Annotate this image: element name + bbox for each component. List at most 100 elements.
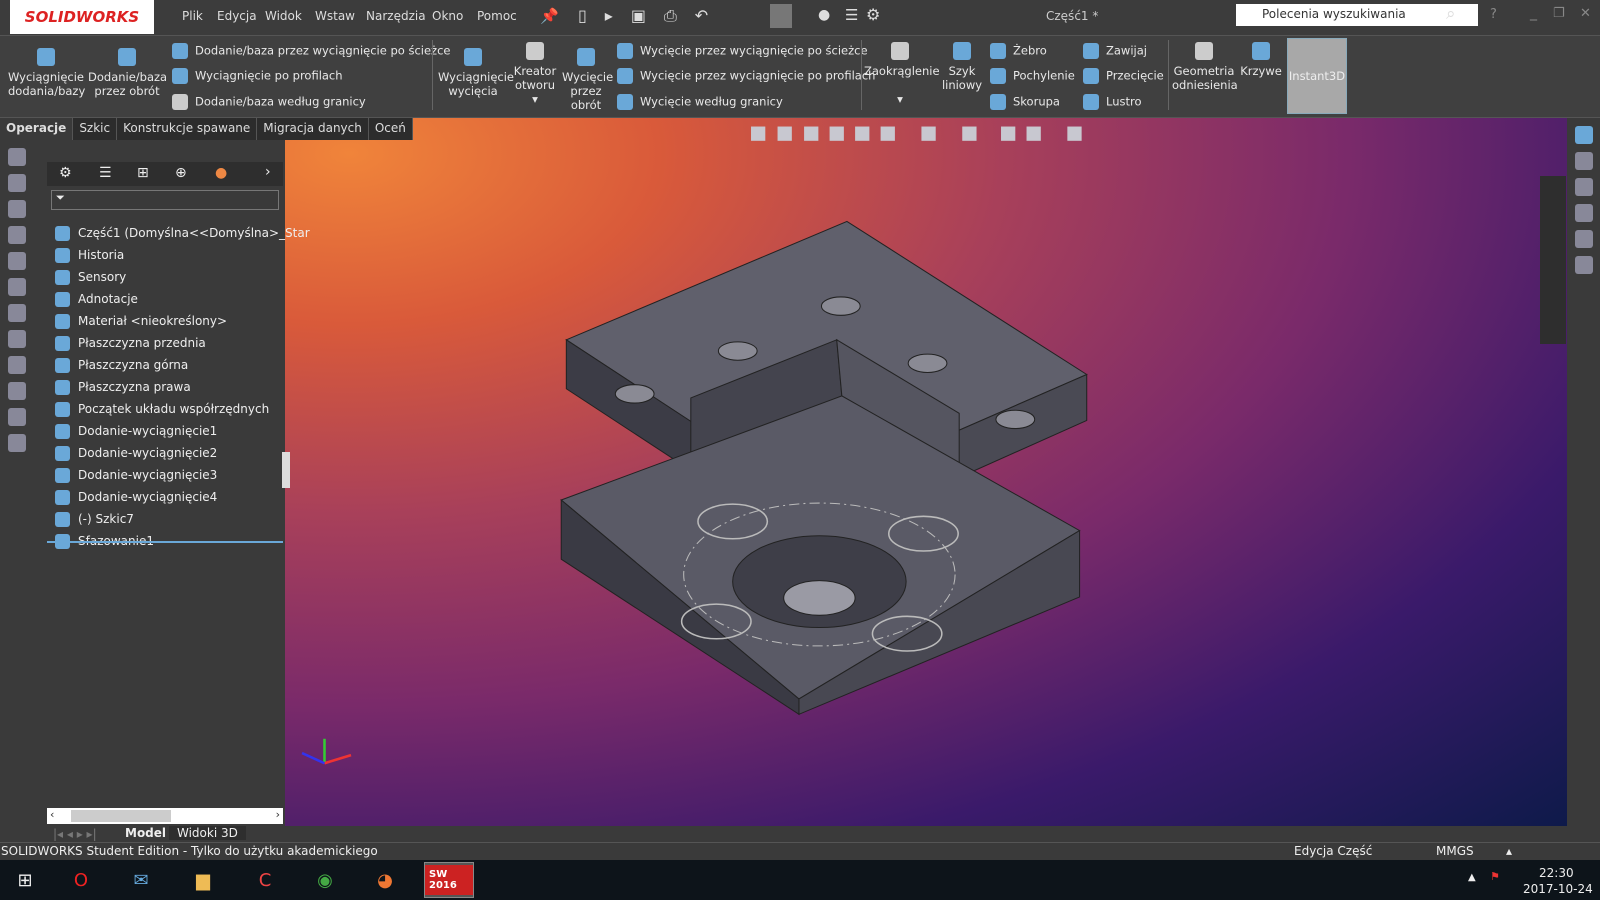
tree-item[interactable]: Dodanie-wyciągnięcie4 [55,487,217,507]
boundary-cut-button[interactable]: Wycięcie według granicy [617,94,783,110]
file-properties-icon[interactable]: ☰ [845,6,858,24]
design-library-icon[interactable] [1575,152,1593,170]
custom-properties-icon[interactable] [1575,256,1593,274]
tab-migracja-danych[interactable]: Migracja danych [257,118,369,140]
tree-item[interactable]: Sensory [55,267,126,287]
property-manager-icon[interactable]: ☰ [99,165,112,181]
tab-konstrukcje-spawane[interactable]: Konstrukcje spawane [117,118,258,140]
tree-item[interactable]: Dodanie-wyciągnięcie1 [55,421,217,441]
curves-button[interactable]: Krzywe [1238,42,1284,78]
toolbar-icon[interactable] [8,434,26,452]
sweep-cut-button[interactable]: Wycięcie przez wyciągnięcie po ścieżce [617,43,868,59]
shell-button[interactable]: Skorupa [990,94,1060,110]
menu-plik[interactable]: Plik [182,9,203,23]
thunderbird-icon[interactable]: ✉ [116,862,166,898]
tree-item[interactable]: Płaszczyzna górna [55,355,188,375]
toolbar-icon[interactable] [8,226,26,244]
fillet-button[interactable]: Zaokrąglenie ▾ [864,42,940,106]
3d-view-icon[interactable] [8,148,26,166]
tray-expand-icon[interactable]: ▲ [1468,872,1476,883]
view-palette-icon[interactable] [1575,204,1593,222]
windows-start-icon[interactable]: ⊞ [0,862,50,898]
extrude-cut-button[interactable]: Wyciągnięcie wycięcia [438,48,514,98]
minimize-icon[interactable]: _ [1530,5,1537,21]
toolbar-icon[interactable] [8,382,26,400]
appearances-icon[interactable] [1575,230,1593,248]
restore-icon[interactable]: ❐ [1553,6,1565,21]
toolbar-icon[interactable] [8,304,26,322]
scroll-left-icon[interactable]: ‹ [50,808,54,821]
tree-horizontal-scrollbar[interactable]: ‹ › [47,808,283,824]
display-manager-icon[interactable]: ● [215,165,227,181]
toolbar-icon[interactable] [8,278,26,296]
solidworks-logo[interactable]: SOLIDWORKS [10,0,154,34]
file-explorer-icon[interactable]: ▆ [178,862,228,898]
scroll-thumb[interactable] [71,810,171,822]
view-side-toolbar[interactable] [1540,176,1566,344]
dimxpert-icon[interactable]: ⊕ [175,165,187,181]
reference-geometry-button[interactable]: Geometria odniesienia [1172,42,1238,92]
toolbar-icon[interactable] [8,356,26,374]
solidworks-resources-icon[interactable] [1575,126,1593,144]
menu-pomoc[interactable]: Pomoc [477,9,517,23]
hole-wizard-button[interactable]: Kreator otworu ▾ [512,42,558,106]
revolve-cut-button[interactable]: Wycięcie przez obrót [562,48,613,112]
tree-item[interactable]: Początek układu współrzędnych [55,399,269,419]
tab-model[interactable]: Model [125,826,166,840]
tree-item[interactable]: (-) Szkic7 [55,509,134,529]
mirror-button[interactable]: Lustro [1083,94,1142,110]
chevron-right-icon[interactable]: › [265,164,271,180]
menu-widok[interactable]: Widok [265,9,302,23]
tab-widoki-3d[interactable]: Widoki 3D [169,826,246,840]
clock-date[interactable]: 2017-10-24 [1523,882,1593,896]
chevron-up-icon[interactable]: ▴ [1506,844,1512,858]
tree-item[interactable]: Dodanie-wyciągnięcie3 [55,465,217,485]
scroll-right-icon[interactable]: › [276,808,280,821]
action-center-flag-icon[interactable]: ⚑ [1490,870,1500,883]
toolbar-icon[interactable] [8,252,26,270]
extrude-boss-button[interactable]: Wyciągnięcie dodania/bazy [8,48,85,98]
toolbar-icon[interactable] [8,408,26,426]
quick-access-icons[interactable]: ▯▸▣⎙↶ [578,6,726,26]
solidworks-taskbar-icon[interactable]: SW 2016 [424,862,474,898]
file-explorer-icon[interactable] [1575,178,1593,196]
tree-filter-input[interactable]: ⏷ [51,190,279,210]
tree-item[interactable]: Materiał <nieokreślony> [55,311,227,331]
feature-manager-icon[interactable]: ⚙ [59,165,72,181]
tree-item[interactable]: Płaszczyzna prawa [55,377,191,397]
menu-okno[interactable]: Okno [432,9,463,23]
clock-time[interactable]: 22:30 [1539,866,1574,880]
toolbar-icon[interactable] [8,174,26,192]
gear-icon[interactable]: ⚙ [866,5,880,24]
panel-splitter-handle[interactable] [282,452,290,488]
linear-pattern-button[interactable]: Szyk liniowy [940,42,984,92]
revolve-boss-button[interactable]: Dodanie/baza przez obrót [88,48,167,98]
menu-narzedzia[interactable]: Narzędzia [366,9,426,23]
ccleaner-icon[interactable]: C [240,862,290,898]
menu-wstaw[interactable]: Wstaw [315,9,355,23]
tree-item[interactable]: Płaszczyzna przednia [55,333,206,353]
search-commands-input[interactable]: Polecenia wyszukiwania [1236,4,1478,26]
sweep-boss-button[interactable]: Dodanie/baza przez wyciągnięcie po ścież… [172,43,450,59]
tab-ocen[interactable]: Oceń [369,118,413,140]
tab-nav-arrows[interactable]: |◂ ◂ ▸ ▸| [53,827,97,841]
menu-edycja[interactable]: Edycja [217,9,257,23]
wrap-button[interactable]: Zawijaj [1083,43,1147,59]
help-icon[interactable]: ? [1490,7,1497,22]
rollback-bar[interactable] [47,541,283,543]
tree-item[interactable]: Dodanie-wyciągnięcie2 [55,443,217,463]
opera-icon[interactable]: O [56,862,106,898]
toolbar-icon[interactable] [8,200,26,218]
tree-item[interactable]: Adnotacje [55,289,138,309]
instant3d-toggle[interactable]: Instant3D [1287,38,1347,114]
close-icon[interactable]: ✕ [1580,6,1591,21]
toolbar-icon[interactable] [8,330,26,348]
firefox-icon[interactable]: ◕ [360,862,410,898]
tree-item[interactable]: Historia [55,245,124,265]
tab-operacje[interactable]: Operacje [0,118,74,140]
select-pointer-icon[interactable] [770,4,792,28]
tab-szkic[interactable]: Szkic [73,118,118,140]
graphics-area[interactable] [285,118,1567,826]
rib-button[interactable]: Żebro [990,43,1047,59]
units-selector[interactable]: MMGS [1436,844,1474,858]
